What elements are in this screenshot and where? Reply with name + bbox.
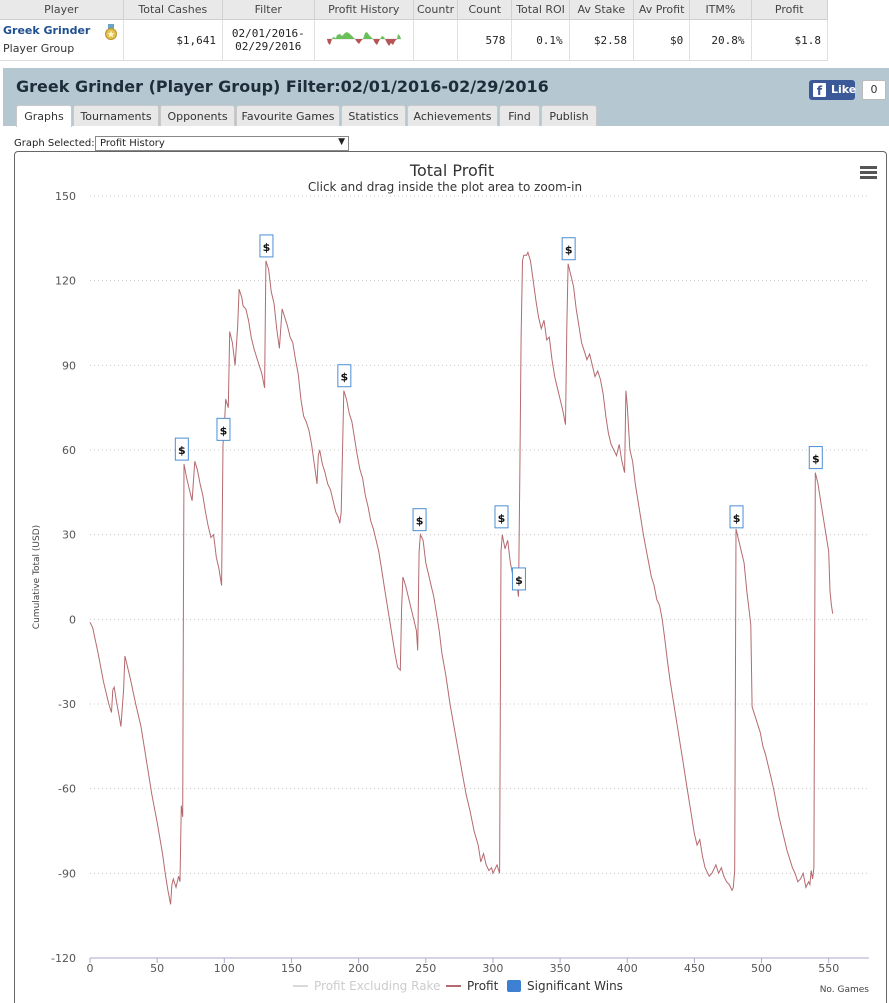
significant-win-label: $ xyxy=(733,512,741,525)
y-tick-label: 150 xyxy=(55,190,76,203)
x-tick-label: 550 xyxy=(818,962,839,975)
significant-win-label: $ xyxy=(341,371,349,384)
significant-win-marker: $ xyxy=(561,237,576,261)
y-tick-label: 0 xyxy=(69,613,76,626)
y-tick-label: 30 xyxy=(62,529,76,542)
significant-win-label: $ xyxy=(220,424,228,437)
significant-win-marker: $ xyxy=(511,567,526,591)
x-tick-label: 500 xyxy=(751,962,772,975)
x-tick-label: 150 xyxy=(281,962,302,975)
x-tick-label: 400 xyxy=(617,962,638,975)
profit-chart[interactable]: Total ProfitClick and drag inside the pl… xyxy=(0,0,889,1003)
significant-win-label: $ xyxy=(812,453,820,466)
x-tick-label: 300 xyxy=(482,962,503,975)
significant-win-label: $ xyxy=(416,515,424,528)
significant-win-marker: $ xyxy=(216,417,231,441)
x-tick-label: 50 xyxy=(150,962,164,975)
significant-win-marker: $ xyxy=(494,505,509,529)
significant-win-marker: $ xyxy=(259,234,274,258)
y-tick-label: -60 xyxy=(58,783,76,796)
legend-item-label: Significant Wins xyxy=(527,979,623,993)
x-tick-label: 200 xyxy=(348,962,369,975)
x-axis-title: No. Games xyxy=(820,985,870,995)
x-tick-label: 250 xyxy=(415,962,436,975)
significant-win-marker: $ xyxy=(729,505,744,529)
significant-win-marker: $ xyxy=(412,508,427,532)
x-tick-label: 450 xyxy=(684,962,705,975)
x-tick-label: 350 xyxy=(550,962,571,975)
significant-win-marker: $ xyxy=(808,446,823,470)
x-tick-label: 0 xyxy=(87,962,94,975)
legend-item-label: Profit xyxy=(467,979,499,993)
y-tick-label: 120 xyxy=(55,275,76,288)
y-tick-label: -30 xyxy=(58,698,76,711)
y-axis-title: Cumulative Total (USD) xyxy=(32,525,42,629)
significant-win-marker: $ xyxy=(174,437,189,461)
y-tick-label: -90 xyxy=(58,867,76,880)
y-tick-label: 60 xyxy=(62,444,76,457)
significant-win-label: $ xyxy=(515,574,523,587)
chart-title: Total Profit xyxy=(409,161,494,180)
legend-swatch-box xyxy=(507,980,521,992)
significant-win-label: $ xyxy=(263,241,271,254)
chart-subtitle: Click and drag inside the plot area to z… xyxy=(308,180,582,194)
series-line-profit xyxy=(89,251,834,905)
x-tick-label: 100 xyxy=(214,962,235,975)
legend-item-label: Profit Excluding Rake xyxy=(314,979,440,993)
significant-win-label: $ xyxy=(498,512,506,525)
y-tick-label: -120 xyxy=(51,952,76,965)
y-tick-label: 90 xyxy=(62,359,76,372)
chart-menu-icon[interactable] xyxy=(860,166,877,180)
significant-win-label: $ xyxy=(178,444,186,457)
significant-win-label: $ xyxy=(565,244,573,257)
significant-win-marker: $ xyxy=(337,364,352,388)
